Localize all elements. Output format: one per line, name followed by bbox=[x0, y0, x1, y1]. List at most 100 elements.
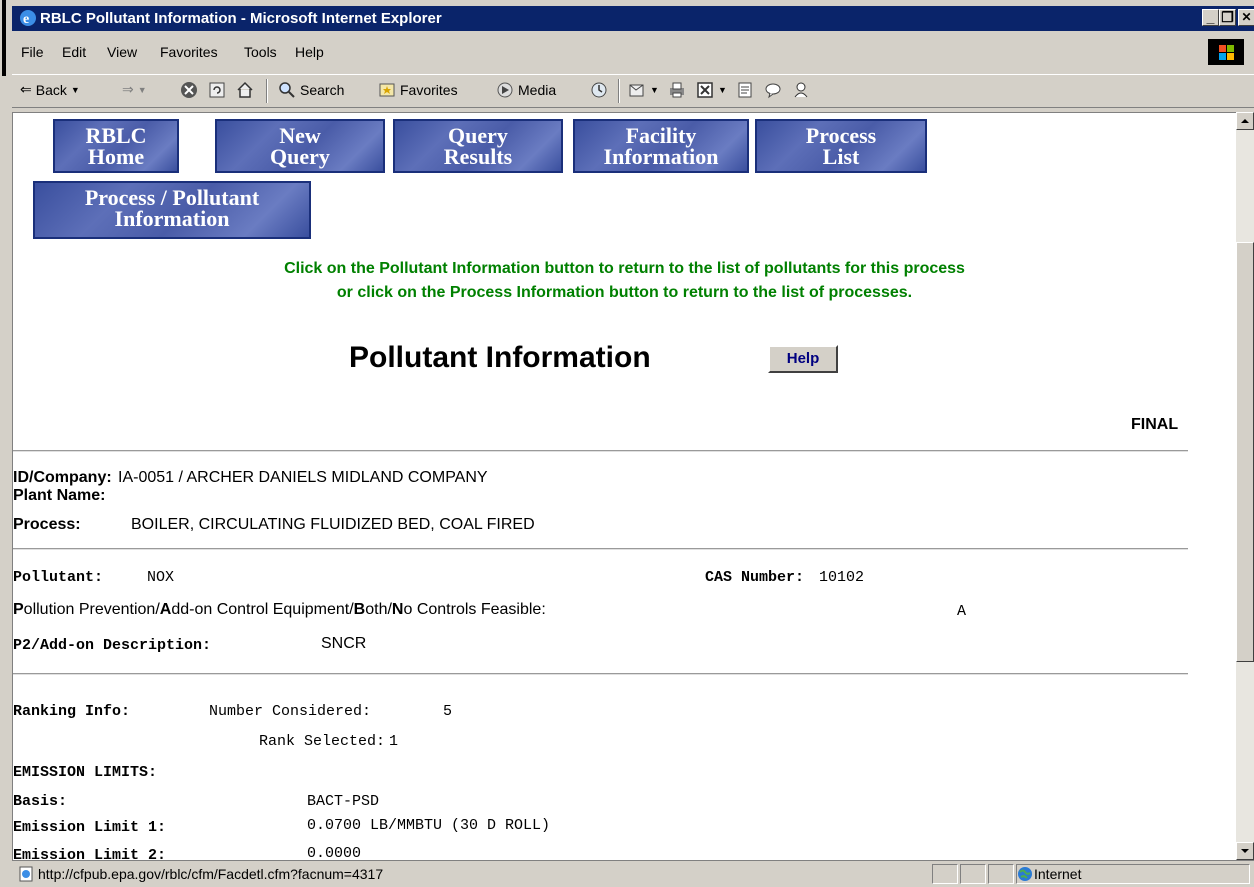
media-button[interactable]: Media bbox=[496, 81, 556, 99]
help-button[interactable]: Help bbox=[768, 345, 838, 373]
messenger-button[interactable] bbox=[764, 81, 782, 99]
history-icon bbox=[591, 82, 607, 98]
instructions-line-2: or click on the Process Information butt… bbox=[336, 284, 913, 301]
menu-view[interactable]: View bbox=[107, 44, 137, 60]
history-button[interactable] bbox=[590, 81, 608, 99]
forward-arrow-icon: ⇒ bbox=[122, 81, 134, 97]
menu-edit[interactable]: Edit bbox=[62, 44, 86, 60]
instructions-line-1: Click on the Pollutant Information butto… bbox=[284, 260, 965, 277]
chevron-down-icon: ▼ bbox=[137, 84, 147, 95]
emission-limits-header: EMISSION LIMITS: bbox=[13, 764, 158, 781]
process-list-line2: List bbox=[822, 144, 860, 169]
minimize-button[interactable]: _ bbox=[1202, 9, 1219, 26]
search-icon bbox=[279, 82, 295, 98]
divider bbox=[13, 450, 1188, 452]
edit-button[interactable]: ▼ bbox=[696, 81, 727, 99]
status-pane bbox=[932, 864, 958, 884]
status-pane bbox=[988, 864, 1014, 884]
control-type-label-part: ollution Prevention/ bbox=[23, 601, 160, 618]
edit-icon bbox=[697, 82, 713, 98]
print-button[interactable] bbox=[668, 81, 686, 99]
back-label: Back bbox=[35, 81, 67, 98]
number-considered-value: 5 bbox=[443, 703, 453, 720]
facility-information-line1: Facility bbox=[625, 123, 697, 148]
window-title: RBLC Pollutant Information - Microsoft I… bbox=[40, 10, 442, 27]
p2-description-label: P2/Add-on Description: bbox=[13, 637, 212, 654]
stop-button[interactable] bbox=[180, 81, 198, 99]
toolbar: ⇐ Back ▼ ⇒ ▼ Search Favorites Media ▼ ▼ bbox=[12, 74, 1254, 108]
arrow-up-icon bbox=[1241, 119, 1249, 123]
scroll-down-button[interactable] bbox=[1236, 842, 1254, 860]
forward-button[interactable]: ⇒ ▼ bbox=[122, 81, 147, 98]
query-results-line2: Results bbox=[443, 144, 513, 169]
rblc-home-button[interactable]: RBLC Home bbox=[53, 119, 179, 173]
arrow-down-icon bbox=[1241, 849, 1249, 853]
scroll-thumb[interactable] bbox=[1236, 242, 1254, 662]
new-query-button[interactable]: New Query bbox=[215, 119, 385, 173]
process-list-button[interactable]: Process List bbox=[755, 119, 927, 173]
stop-icon bbox=[181, 82, 197, 98]
id-company-label: ID/Company: bbox=[13, 469, 112, 486]
control-type-label: Pollution Prevention/Add-on Control Equi… bbox=[13, 601, 546, 619]
back-button[interactable]: ⇐ Back ▼ bbox=[20, 81, 80, 98]
maximize-button[interactable]: ❐ bbox=[1219, 9, 1236, 26]
control-type-label-p: P bbox=[13, 601, 24, 618]
page-title: Pollutant Information bbox=[349, 341, 651, 374]
query-results-button[interactable]: Query Results bbox=[393, 119, 563, 173]
discuss-button[interactable] bbox=[736, 81, 754, 99]
emission-limit-2-label: Emission Limit 2: bbox=[13, 847, 167, 861]
mail-icon bbox=[629, 84, 644, 97]
search-button[interactable]: Search bbox=[278, 81, 344, 99]
ranking-info-label: Ranking Info: bbox=[13, 703, 131, 720]
facility-information-button[interactable]: Facility Information bbox=[573, 119, 749, 173]
browser-window: e RBLC Pollutant Information - Microsoft… bbox=[0, 0, 1254, 887]
close-button[interactable]: ✕ bbox=[1238, 9, 1254, 26]
control-type-label-part: o Controls Feasible: bbox=[403, 601, 546, 618]
scroll-up-button[interactable] bbox=[1236, 112, 1254, 130]
control-type-label-part: dd-on Control Equipment/ bbox=[171, 601, 354, 618]
menu-tools[interactable]: Tools bbox=[244, 44, 277, 60]
favorites-button[interactable]: Favorites bbox=[378, 81, 458, 99]
basis-value: BACT-PSD bbox=[307, 793, 380, 810]
number-considered-label: Number Considered: bbox=[209, 703, 372, 720]
contacts-button[interactable] bbox=[792, 81, 810, 99]
divider bbox=[13, 548, 1188, 550]
emission-limit-1-label: Emission Limit 1: bbox=[13, 819, 167, 836]
rank-selected-label: Rank Selected: bbox=[259, 733, 386, 750]
refresh-button[interactable] bbox=[208, 81, 226, 99]
favorites-label: Favorites bbox=[400, 82, 458, 98]
process-label: Process: bbox=[13, 516, 81, 533]
mail-button[interactable]: ▼ bbox=[628, 81, 659, 99]
media-icon bbox=[497, 82, 513, 98]
content-viewport: RBLC Home New Query Query Results Facili… bbox=[12, 112, 1236, 861]
back-arrow-icon: ⇐ bbox=[20, 81, 32, 97]
toolbar-separator bbox=[266, 79, 268, 103]
chevron-down-icon: ▼ bbox=[70, 84, 80, 95]
control-type-value: A bbox=[957, 603, 967, 620]
rank-selected-value: 1 bbox=[389, 733, 399, 750]
chevron-down-icon: ▼ bbox=[650, 85, 659, 95]
process-value: BOILER, CIRCULATING FLUIDIZED BED, COAL … bbox=[131, 516, 535, 533]
control-type-label-b: B bbox=[353, 601, 366, 618]
security-zone: Internet bbox=[1034, 866, 1082, 882]
basis-label: Basis: bbox=[13, 793, 68, 810]
plant-name-label: Plant Name: bbox=[13, 487, 106, 504]
menu-bar: File Edit View Favorites Tools Help bbox=[12, 39, 1254, 65]
p2-description-value: SNCR bbox=[321, 635, 367, 652]
process-pollutant-information-button[interactable]: Process / Pollutant Information bbox=[33, 181, 311, 239]
control-type-label-part: oth/ bbox=[365, 601, 392, 618]
new-query-line1: New bbox=[279, 123, 321, 148]
menu-file[interactable]: File bbox=[21, 44, 44, 60]
menu-favorites[interactable]: Favorites bbox=[160, 44, 218, 60]
emission-limit-1-value: 0.0700 LB/MMBTU (30 D ROLL) bbox=[307, 817, 551, 834]
ie-logo-icon: e bbox=[20, 10, 36, 27]
pollutant-label: Pollutant: bbox=[13, 569, 104, 586]
menu-help[interactable]: Help bbox=[295, 44, 324, 60]
rblc-home-line2: Home bbox=[87, 144, 145, 169]
control-type-label-n: N bbox=[391, 601, 404, 618]
control-type-label-a: A bbox=[159, 601, 172, 618]
pollutant-value: NOX bbox=[147, 569, 175, 586]
vertical-scrollbar[interactable] bbox=[1236, 112, 1254, 860]
home-button[interactable] bbox=[236, 81, 254, 99]
cas-number-value: 10102 bbox=[819, 569, 865, 586]
